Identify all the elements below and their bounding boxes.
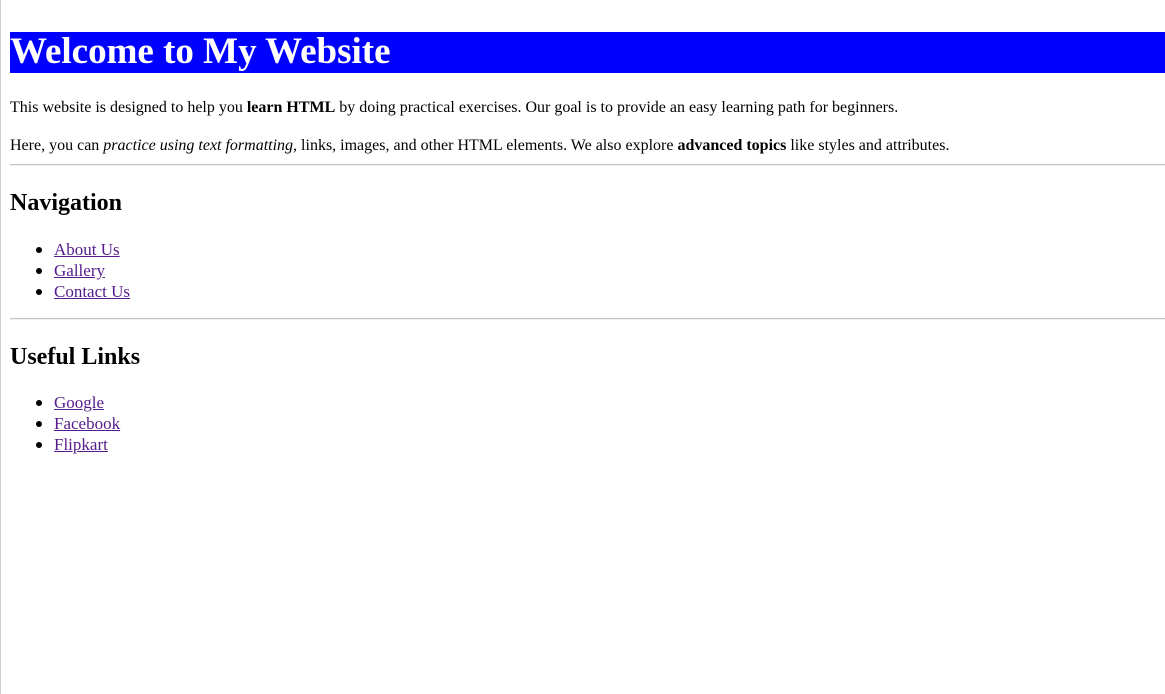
intro-bold-text: learn HTML xyxy=(246,98,336,116)
intro-bold-text: advanced topics xyxy=(677,136,787,154)
list-item: Contact Us xyxy=(36,281,1165,302)
nav-link-gallery[interactable]: Gallery xyxy=(54,261,105,280)
list-item: Gallery xyxy=(36,260,1165,281)
intro-italic-text: practice using text formatting xyxy=(103,136,294,154)
useful-links-heading: Useful Links xyxy=(10,343,141,370)
intro-text: This website is designed to help you xyxy=(10,98,247,116)
navigation-list: About Us Gallery Contact Us xyxy=(10,239,1165,302)
intro-text: Here, you can xyxy=(10,136,104,154)
section-divider xyxy=(10,163,1165,166)
bullet-icon xyxy=(36,399,42,406)
viewport-left-border xyxy=(0,0,1,694)
intro-text: , links, images, and other HTML elements… xyxy=(293,136,678,154)
section-divider xyxy=(10,317,1165,320)
intro-text: by doing practical exercises. Our goal i… xyxy=(335,98,899,116)
bullet-icon xyxy=(36,288,42,295)
list-item: Google xyxy=(36,392,1165,413)
link-google[interactable]: Google xyxy=(54,393,104,412)
bullet-icon xyxy=(36,441,42,448)
list-item: Flipkart xyxy=(36,434,1165,455)
useful-links-list: Google Facebook Flipkart xyxy=(10,392,1165,455)
navigation-heading: Navigation xyxy=(10,189,123,216)
bullet-icon xyxy=(36,267,42,274)
bullet-icon xyxy=(36,246,42,253)
page-content: Welcome to My Website This website is de… xyxy=(10,0,1165,455)
link-flipkart[interactable]: Flipkart xyxy=(54,435,108,454)
page-title: Welcome to My Website xyxy=(10,32,1165,73)
bullet-icon xyxy=(36,420,42,427)
intro-paragraph-1: This website is designed to help you lea… xyxy=(10,98,1165,118)
intro-text: like styles and attributes. xyxy=(786,136,950,154)
intro-paragraph-2: Here, you can practice using text format… xyxy=(10,136,1165,156)
nav-link-about-us[interactable]: About Us xyxy=(54,240,120,259)
list-item: Facebook xyxy=(36,413,1165,434)
list-item: About Us xyxy=(36,239,1165,260)
nav-link-contact-us[interactable]: Contact Us xyxy=(54,282,130,301)
link-facebook[interactable]: Facebook xyxy=(54,414,120,433)
